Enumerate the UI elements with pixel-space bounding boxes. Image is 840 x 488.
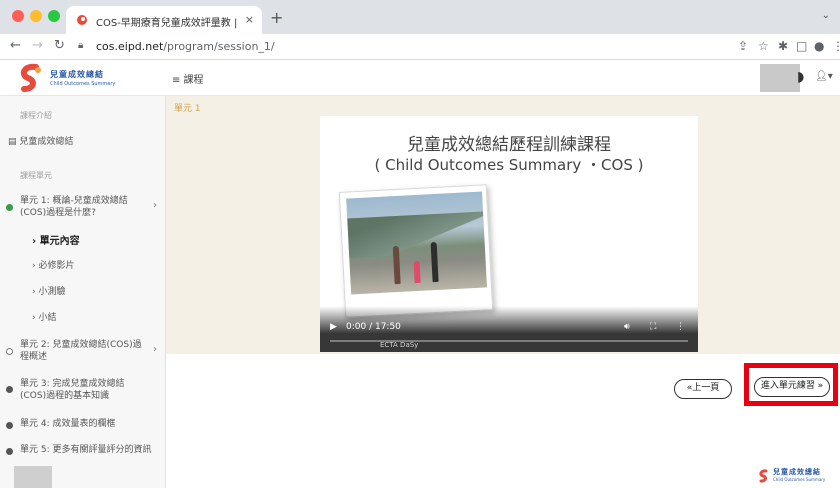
unit-label: 單元 1 <box>174 104 201 114</box>
profile-icon[interactable]: ● <box>814 39 824 53</box>
site-logo-icon[interactable] <box>18 63 44 93</box>
child-figure <box>413 260 421 284</box>
sidebar-subitem-content[interactable]: › 單元內容 <box>32 236 80 248</box>
address-bar[interactable]: 🔒︎ cos.eipd.net/program/session_1/ <box>78 37 718 57</box>
lock-icon: 🔒︎ <box>78 40 84 51</box>
fullscreen-icon[interactable]: ⛶ <box>650 322 656 332</box>
sidebar-item-label: 小結 <box>38 313 57 323</box>
sidebar-item-label: 必修影片 <box>38 261 75 271</box>
sidebar-item-unit-3[interactable]: 單元 3: 完成兒童成效總結(COS)過程的基本知識 <box>20 378 148 402</box>
mountain-shape <box>347 211 486 259</box>
sidebar-item-unit-5[interactable]: 單元 5: 更多有關評量評分的資訊 <box>20 444 160 456</box>
sidebar-footer-block <box>14 466 52 488</box>
unit-5-status-icon <box>6 448 13 455</box>
sidebar-section-intro: 課程介紹 <box>20 111 52 120</box>
site-logo-subtitle: Child Outcomes Summary <box>50 81 116 87</box>
footer-logo-subtitle: Child Outcomes Summary <box>773 477 826 482</box>
previous-page-button[interactable]: «上一頁 <box>674 379 732 399</box>
tab-close-icon[interactable]: × <box>245 13 254 26</box>
video-time: 0:00 / 17:50 <box>346 322 401 332</box>
browser-tab[interactable]: COS-早期療育兒童成效評量教 | × <box>66 6 262 34</box>
video-title: 兒童成效總結歷程訓練課程 <box>407 135 611 155</box>
tab-search-chevron-icon[interactable]: ⌄ <box>822 10 830 21</box>
footer-logo-text: 兒童成效總結 <box>773 468 821 476</box>
play-icon[interactable]: ▶ <box>330 322 337 332</box>
tab-title: COS-早期療育兒童成效評量教 | <box>96 18 238 29</box>
extensions-icon[interactable]: ✱ <box>778 39 788 53</box>
main-content: 單元 1 兒童成效總結歷程訓練課程 ( Child Outcomes Summa… <box>166 96 840 488</box>
user-status-icon: ◗ <box>797 69 805 85</box>
user-menu-icon[interactable]: 👤︎▾ <box>815 71 833 82</box>
family-beach-image <box>346 191 487 295</box>
site-header: 兒童成效總結 Child Outcomes Summary ≡ 課程 ◗ 👤︎▾ <box>0 60 840 96</box>
sidebar-item-unit-4[interactable]: 單元 4: 成效量表的欄框 <box>20 418 160 430</box>
sidebar-item-label: 單元內容 <box>39 236 80 247</box>
sidebar-panel-icon[interactable]: □ <box>796 39 807 53</box>
reload-icon[interactable]: ↻ <box>54 38 65 53</box>
next-unit-button[interactable]: 進入單元練習 » <box>754 377 830 397</box>
course-sidebar: 課程介紹 ▤ 兒童成效總結 課程單元 單元 1: 概論-兒童成效總結(COS)過… <box>0 96 166 488</box>
back-arrow-icon[interactable]: ← <box>10 38 21 53</box>
sidebar-item-label: 小測驗 <box>38 287 66 297</box>
redacted-user-info <box>760 64 800 92</box>
url-path: /program/session_1/ <box>163 40 275 53</box>
chevron-right-icon[interactable]: › <box>153 344 157 355</box>
chevron-right-icon[interactable]: › <box>153 200 157 211</box>
zoom-window-icon[interactable] <box>48 10 60 22</box>
close-window-icon[interactable] <box>12 10 24 22</box>
bookmark-star-icon[interactable]: ☆ <box>758 39 769 53</box>
sidebar-item-unit-1[interactable]: 單元 1: 概論-兒童成效總結(COS)過程是什麼? <box>20 195 148 219</box>
unit-4-status-icon <box>6 422 13 429</box>
unit-banner: 單元 1 兒童成效總結歷程訓練課程 ( Child Outcomes Summa… <box>166 96 840 354</box>
sidebar-item-unit-2[interactable]: 單元 2: 兒童成效總結(COS)過程概述 <box>20 339 148 363</box>
browser-toolbar: ← → ↻ 🔒︎ cos.eipd.net/program/session_1/… <box>0 34 840 60</box>
unit-3-status-icon <box>6 386 13 393</box>
sidebar-subitem-summary[interactable]: › 小結 <box>32 312 56 324</box>
sidebar-subitem-quiz[interactable]: › 小測驗 <box>32 286 65 298</box>
share-icon[interactable]: ⇪ <box>738 39 748 53</box>
more-options-icon[interactable]: ⋮ <box>676 322 685 332</box>
video-player[interactable]: 兒童成效總結歷程訓練課程 ( Child Outcomes Summary ・C… <box>320 116 698 352</box>
unit-2-status-icon <box>6 348 13 355</box>
volume-icon[interactable]: 🔊︎ <box>624 322 630 332</box>
sidebar-section-units: 課程單元 <box>20 171 52 180</box>
video-subtitle: ( Child Outcomes Summary ・COS ) <box>374 156 644 174</box>
site-logo-text[interactable]: 兒童成效總結 <box>50 69 104 80</box>
url-host: cos.eipd.net <box>96 40 164 53</box>
sponsor-logos: ECTA DaSy <box>380 341 419 349</box>
forward-arrow-icon[interactable]: → <box>32 38 43 53</box>
unit-1-status-icon <box>6 204 13 211</box>
new-tab-button[interactable]: + <box>270 8 283 27</box>
minimize-window-icon[interactable] <box>30 10 42 22</box>
course-menu-button[interactable]: ≡ 課程 <box>172 71 204 86</box>
sidebar-item-intro[interactable]: ▤ 兒童成效總結 <box>8 136 73 148</box>
site-favicon-icon <box>77 15 87 25</box>
sidebar-subitem-video[interactable]: › 必修影片 <box>32 260 74 272</box>
browser-menu-icon[interactable]: ⋮ <box>832 39 840 53</box>
footer-logo-icon <box>759 469 768 483</box>
sidebar-item-label: 兒童成效總結 <box>19 137 74 147</box>
browser-tab-strip: COS-早期療育兒童成效評量教 | × + ⌄ <box>0 0 840 34</box>
video-thumbnail-photo <box>338 184 494 318</box>
